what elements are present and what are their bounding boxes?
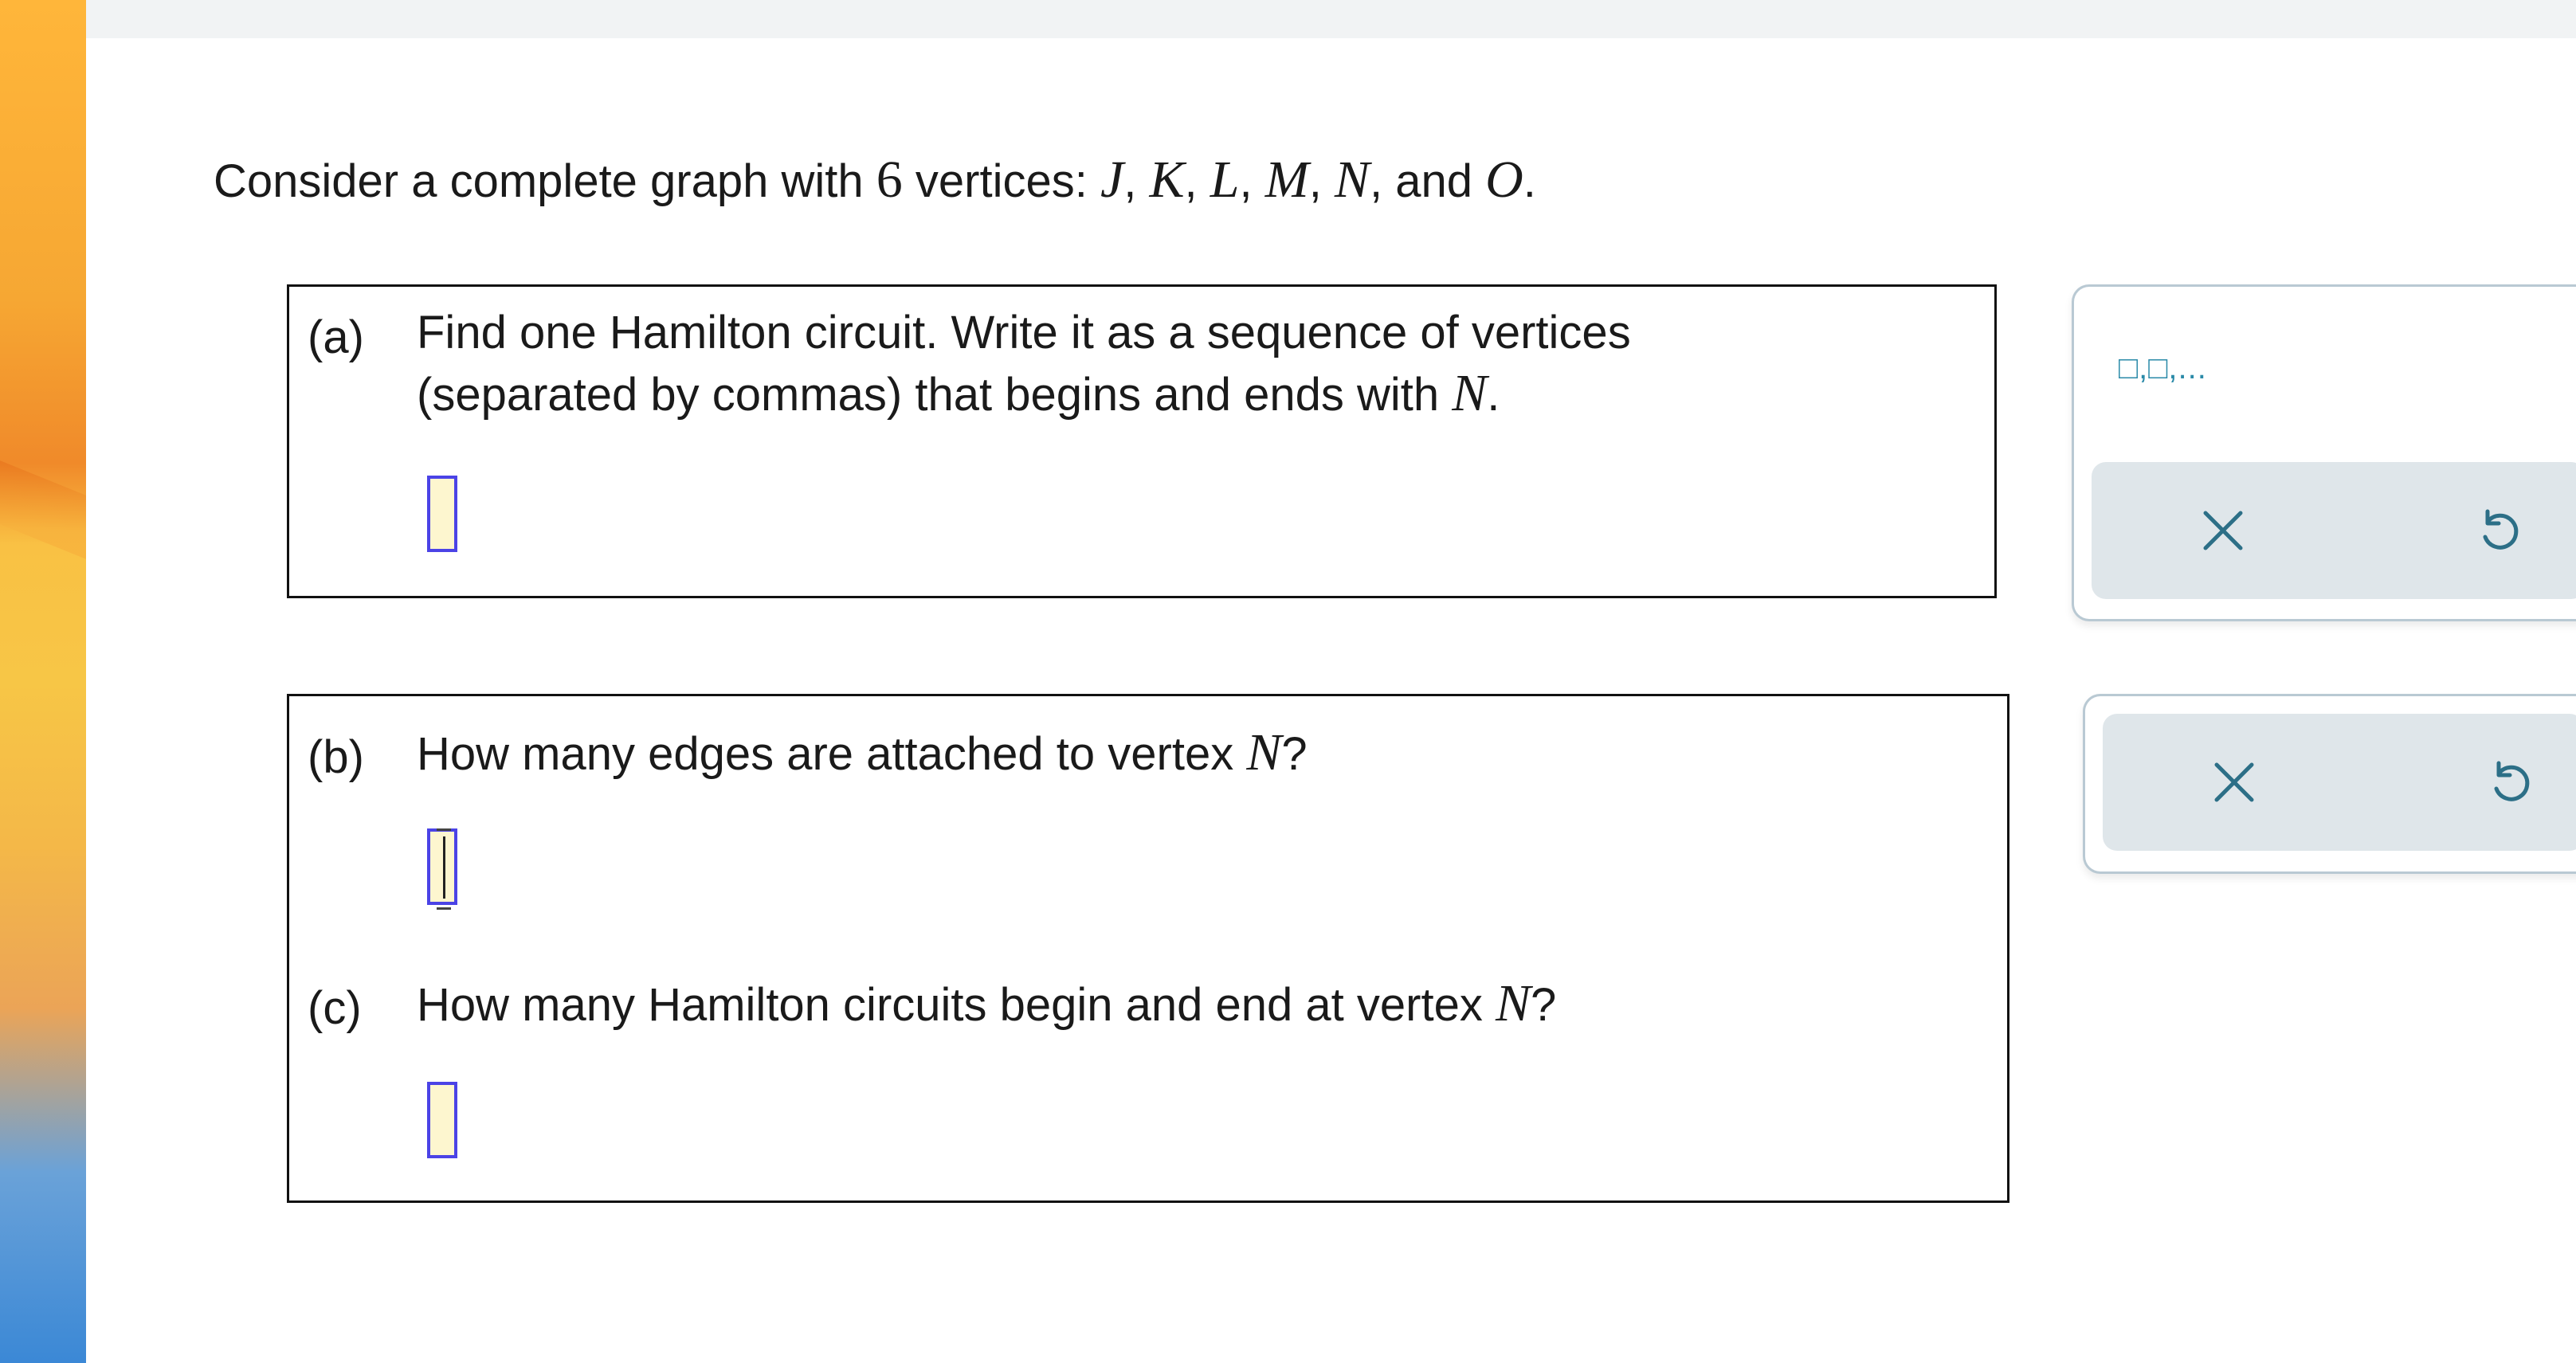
- part-bc-tool-panel: [2083, 694, 2576, 874]
- vertex-L: L: [1210, 151, 1240, 209]
- undo-icon: [2494, 761, 2530, 801]
- part-a-label: (a): [308, 311, 364, 363]
- close-icon: [2214, 762, 2254, 802]
- vertex-K: K: [1149, 151, 1185, 209]
- part-a-tool-panel: □,□,...: [2072, 284, 2576, 621]
- vertex-N: N: [1334, 151, 1370, 209]
- top-bar: [86, 0, 2576, 38]
- part-b-label: (b): [308, 731, 364, 783]
- vertex-M: M: [1264, 151, 1309, 209]
- close-icon: [2203, 511, 2243, 550]
- undo-button[interactable]: [2477, 750, 2541, 814]
- part-a-tool-row: [2092, 462, 2576, 599]
- clear-button[interactable]: [2191, 499, 2255, 562]
- undo-icon: [2483, 509, 2519, 550]
- part-a-box: (a) Find one Hamilton circuit. Write it …: [287, 284, 1997, 598]
- part-a-question: Find one Hamilton circuit. Write it as a…: [417, 307, 1631, 422]
- part-c-question: How many Hamilton circuits begin and end…: [417, 974, 1557, 1032]
- desktop-wallpaper: [0, 0, 86, 1363]
- part-bc-box: (b) How many edges are attached to verte…: [287, 694, 2009, 1203]
- undo-button[interactable]: [2466, 499, 2530, 562]
- vertex-O: O: [1485, 151, 1523, 209]
- part-bc-tool-row: [2103, 714, 2576, 851]
- part-c-label: (c): [308, 982, 362, 1034]
- part-b-answer-input[interactable]: [427, 828, 457, 910]
- part-b-question: How many edges are attached to vertex N?: [417, 723, 1308, 781]
- vertex-J: J: [1100, 151, 1124, 209]
- part-c-answer-input[interactable]: [427, 1082, 457, 1158]
- clear-button[interactable]: [2202, 750, 2266, 814]
- part-a-answer-input[interactable]: [427, 476, 457, 552]
- sequence-template-button[interactable]: □,□,...: [2119, 351, 2207, 386]
- problem-statement: Consider a complete graph with 6 vertice…: [214, 151, 1536, 209]
